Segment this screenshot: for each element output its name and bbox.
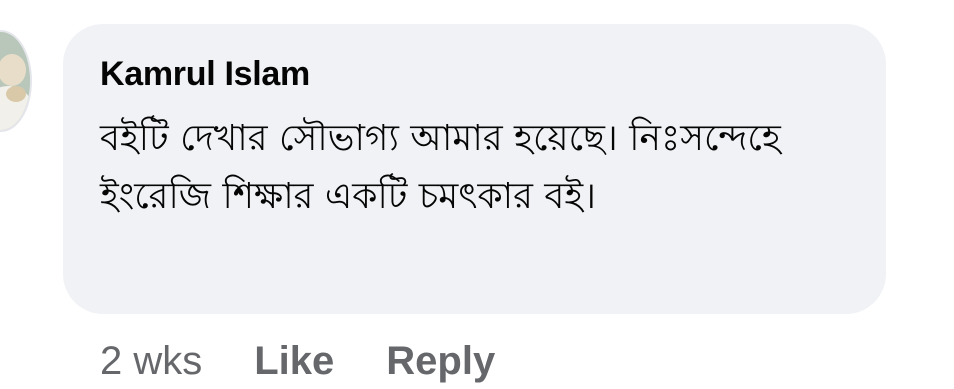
comment-actions: 2 wks Like Reply (100, 336, 547, 386)
comment-author-name[interactable]: Kamrul Islam (100, 54, 310, 94)
reply-button[interactable]: Reply (386, 339, 495, 384)
comment-text: বইটি দেখার সৌভাগ্য আমার হয়েছে। নিঃসন্দে… (100, 118, 781, 217)
avatar[interactable] (0, 30, 32, 132)
comment-timestamp[interactable]: 2 wks (100, 339, 202, 384)
comment-bubble: Kamrul Islam বইটি দেখার সৌভাগ্য আমার হয়… (63, 24, 886, 314)
like-button[interactable]: Like (254, 339, 334, 384)
